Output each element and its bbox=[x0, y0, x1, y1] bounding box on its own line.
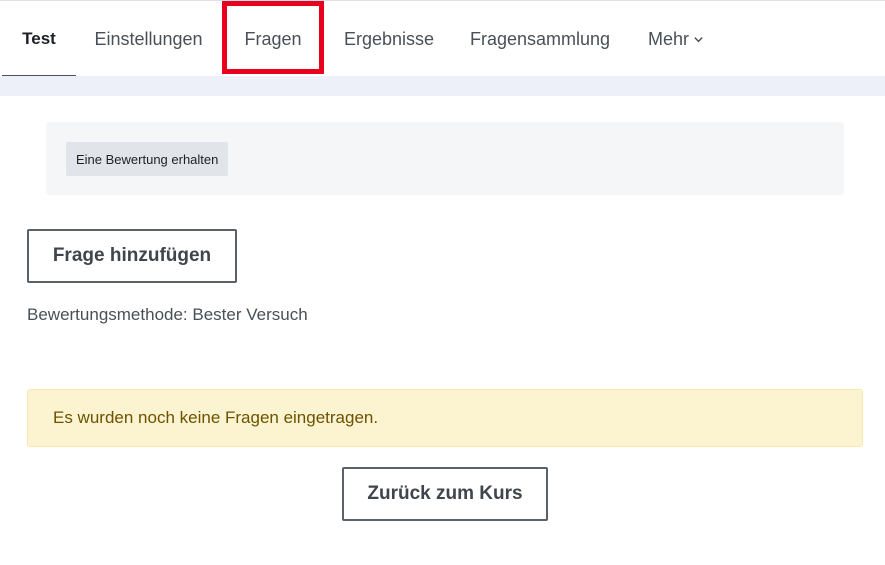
no-questions-alert: Es wurden noch keine Fragen eingetragen. bbox=[27, 389, 863, 447]
completion-conditions-panel: Eine Bewertung erhalten bbox=[46, 122, 844, 195]
tab-fragensammlung[interactable]: Fragensammlung bbox=[452, 1, 628, 77]
tab-test[interactable]: Test bbox=[2, 1, 76, 77]
completion-badge: Eine Bewertung erhalten bbox=[66, 142, 229, 176]
tab-einstellungen[interactable]: Einstellungen bbox=[76, 1, 221, 77]
alert-text: Es wurden noch keine Fragen eingetragen. bbox=[53, 408, 379, 427]
tab-label: Fragen bbox=[244, 28, 302, 49]
tab-label: Einstellungen bbox=[94, 28, 203, 49]
tab-fragen[interactable]: Fragen bbox=[225, 1, 321, 77]
chevron-down-icon bbox=[693, 34, 704, 45]
grading-method-text: Bewertungsmethode: Bester Versuch bbox=[27, 305, 308, 324]
tab-ergebnisse[interactable]: Ergebnisse bbox=[326, 1, 452, 77]
header-divider bbox=[0, 76, 885, 96]
tab-label: Mehr bbox=[647, 28, 689, 49]
tab-mehr[interactable]: Mehr bbox=[630, 1, 722, 77]
tab-label: Test bbox=[22, 29, 56, 48]
tab-label: Fragensammlung bbox=[469, 28, 611, 49]
back-to-course-button[interactable]: Zurück zum Kurs bbox=[342, 467, 548, 521]
tab-label: Ergebnisse bbox=[343, 28, 435, 49]
add-question-button[interactable]: Frage hinzufügen bbox=[27, 229, 237, 283]
secondary-navigation: Test Einstellungen Fragen Ergebnisse Fra… bbox=[0, 0, 885, 77]
